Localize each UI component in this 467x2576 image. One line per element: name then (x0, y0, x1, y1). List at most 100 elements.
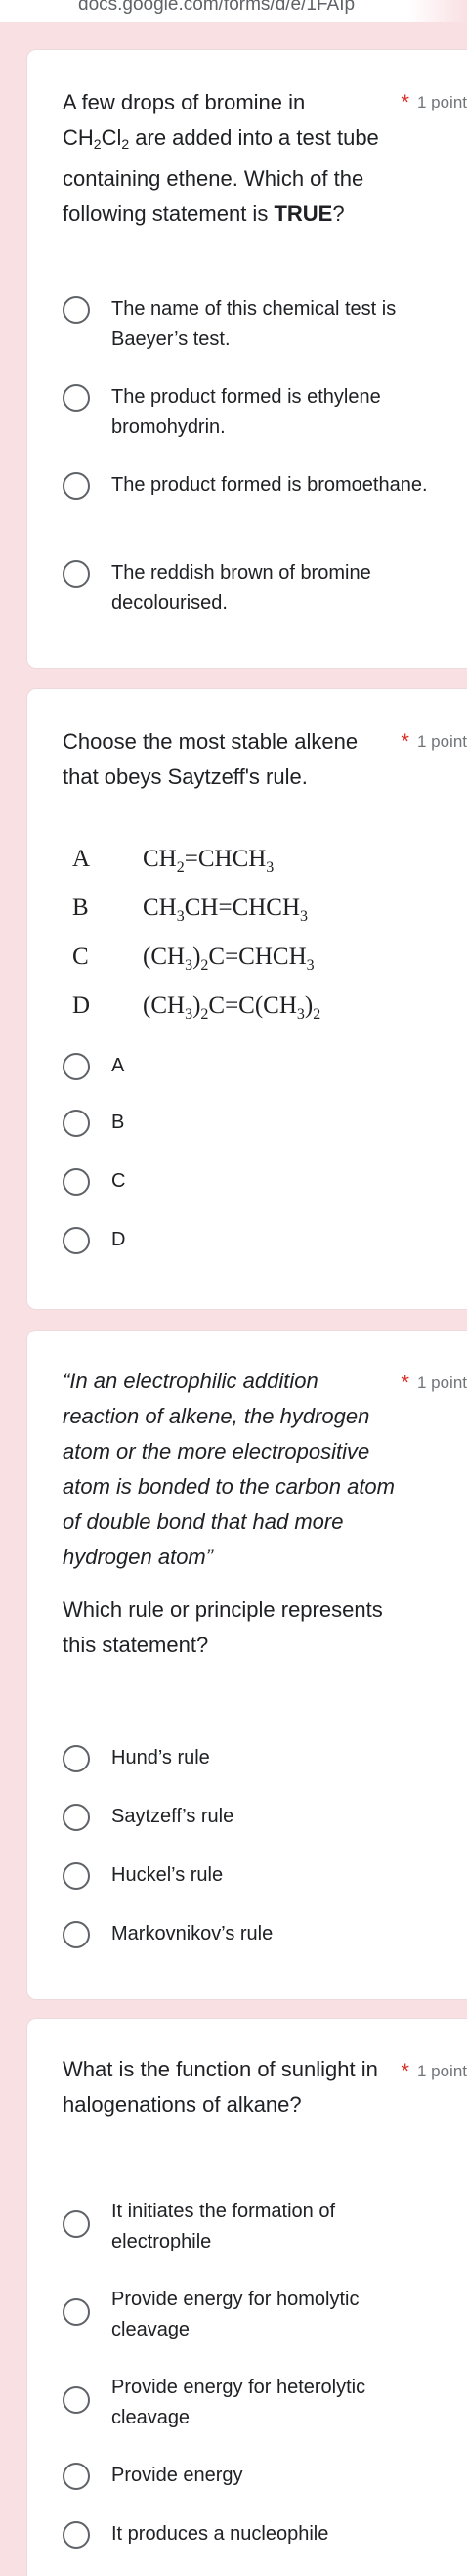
alkene-table-row-b: B CH3CH=CHCH3 (63, 895, 308, 926)
required-points: * 1 point (401, 85, 467, 120)
option-radio[interactable]: The reddish brown of bromine decolourise… (63, 558, 434, 619)
formula-part: (CH (143, 943, 186, 970)
radio-circle[interactable] (63, 1110, 90, 1137)
option-label: The product formed is ethylene bromohydr… (111, 386, 381, 438)
formula-subscript: 3 (300, 908, 309, 925)
radio-circle[interactable] (63, 2386, 90, 2414)
title-text: What is the function of sunlight in halo… (63, 2057, 378, 2117)
question-card-1: A few drops of bromine in CH2Cl2 are add… (26, 49, 467, 669)
option-label: It initiates the formation of electrophi… (111, 2201, 336, 2252)
required-points: * 1 point (401, 724, 467, 760)
formula-subscript: 3 (306, 957, 315, 974)
required-points: * 1 point (401, 1366, 467, 1401)
radio-circle[interactable] (63, 1168, 90, 1196)
formula: (CH3)2C=C(CH3)2 (143, 992, 320, 1024)
points-label: 1 point (416, 2062, 467, 2080)
formula-part: (CH (143, 992, 186, 1019)
formula-part: C=CHCH (208, 943, 307, 970)
formula-subscript: 3 (176, 908, 185, 925)
alkene-table-row-c: C (CH3)2C=CHCH3 (63, 943, 315, 975)
question-title: A few drops of bromine in CH2Cl2 are add… (63, 85, 395, 232)
option-radio[interactable]: The name of this chemical test is Baeyer… (63, 294, 434, 355)
option-radio[interactable]: Saytzeff’s rule (63, 1802, 434, 1832)
question-title: “In an electrophilic addition reaction o… (63, 1364, 395, 1663)
option-label: A (111, 1055, 125, 1076)
option-radio[interactable]: The product formed is ethylene bromohydr… (63, 382, 434, 443)
required-star: * (401, 90, 409, 114)
formula: (CH3)2C=CHCH3 (143, 943, 315, 975)
radio-circle[interactable] (63, 2463, 90, 2490)
option-label: D (111, 1229, 126, 1250)
radio-circle[interactable] (63, 1921, 90, 1948)
option-label: Saytzeff’s rule (111, 1806, 234, 1827)
question-card-2: Choose the most stable alkene that obeys… (26, 688, 467, 1310)
formula-subscript: 2 (121, 136, 130, 152)
radio-circle[interactable] (63, 2210, 90, 2238)
formula-part: C=C(CH (208, 992, 297, 1019)
option-radio[interactable]: The product formed is bromoethane. (63, 470, 434, 501)
option-label: Markovnikov’s rule (111, 1923, 274, 1944)
question-title: What is the function of sunlight in halo… (63, 2052, 395, 2122)
radio-circle[interactable] (63, 472, 90, 500)
question-title: Choose the most stable alkene that obeys… (63, 724, 395, 795)
radio-circle[interactable] (63, 1862, 90, 1890)
formula-subscript: 3 (185, 1006, 193, 1023)
option-radio[interactable]: It initiates the formation of electrophi… (63, 2197, 434, 2257)
option-label: It produces a nucleophile (111, 2523, 329, 2545)
row-letter: B (72, 895, 89, 921)
required-star: * (401, 729, 409, 754)
title-text: ? (332, 201, 345, 226)
formula-part: CH=CHCH (184, 895, 301, 921)
option-label: Provide energy (111, 2465, 243, 2486)
option-radio[interactable]: A (63, 1051, 434, 1081)
formula-part: Cl (101, 125, 122, 150)
option-radio[interactable]: C (63, 1166, 434, 1197)
formula: CH3CH=CHCH3 (143, 895, 308, 926)
radio-circle[interactable] (63, 1227, 90, 1254)
points-label: 1 point (416, 1374, 467, 1392)
formula-subscript: 3 (296, 1006, 305, 1023)
option-radio[interactable]: Provide energy for heterolytic cleavage (63, 2373, 434, 2433)
row-letter: D (72, 992, 91, 1019)
radio-circle[interactable] (63, 1745, 90, 1772)
option-radio[interactable]: Huckel’s rule (63, 1860, 434, 1891)
url-text: docs.google.com/forms/d/e/1FAIp (78, 0, 356, 15)
formula-part: CH (143, 895, 177, 921)
formula-part: CH (143, 846, 177, 872)
formula: CH2=CHCH3 (143, 846, 274, 877)
question-card-4: What is the function of sunlight in halo… (26, 2018, 467, 2576)
alkene-table-row-d: D (CH3)2C=C(CH3)2 (63, 992, 320, 1024)
option-radio[interactable]: D (63, 1225, 434, 1255)
radio-circle[interactable] (63, 384, 90, 412)
option-label: The name of this chemical test is Baeyer… (111, 298, 397, 350)
question-card-3: “In an electrophilic addition reaction o… (26, 1330, 467, 2000)
browser-url-bar[interactable]: docs.google.com/forms/d/e/1FAIp (0, 0, 467, 22)
points-label: 1 point (416, 732, 467, 751)
option-label: C (111, 1170, 126, 1192)
formula-part: =CHCH (184, 846, 267, 872)
formula-subscript: 3 (185, 957, 193, 974)
option-radio[interactable]: Markovnikov’s rule (63, 1919, 434, 1949)
formula-subscript: 2 (313, 1006, 321, 1023)
title-text: A few drops of bromine in (63, 90, 306, 114)
radio-circle[interactable] (63, 1053, 90, 1080)
option-radio[interactable]: B (63, 1108, 434, 1138)
option-label: The reddish brown of bromine decolourise… (111, 562, 371, 614)
option-radio[interactable]: Hund’s rule (63, 1743, 434, 1773)
option-label: Provide energy for homolytic cleavage (111, 2289, 360, 2340)
radio-circle[interactable] (63, 560, 90, 588)
option-label: B (111, 1112, 125, 1133)
formula-subscript: 2 (93, 136, 102, 152)
required-star: * (401, 1371, 409, 1395)
alkene-table-row-a: A CH2=CHCH3 (63, 846, 274, 877)
option-radio[interactable]: Provide energy (63, 2461, 434, 2491)
radio-circle[interactable] (63, 1804, 90, 1831)
option-radio[interactable]: Provide energy for homolytic cleavage (63, 2285, 434, 2345)
radio-circle[interactable] (63, 2298, 90, 2326)
radio-circle[interactable] (63, 296, 90, 324)
row-letter: A (72, 846, 91, 872)
radio-circle[interactable] (63, 2521, 90, 2549)
points-label: 1 point (416, 93, 467, 111)
title-formula: CH2Cl2 (63, 125, 130, 152)
option-radio[interactable]: It produces a nucleophile (63, 2519, 434, 2550)
